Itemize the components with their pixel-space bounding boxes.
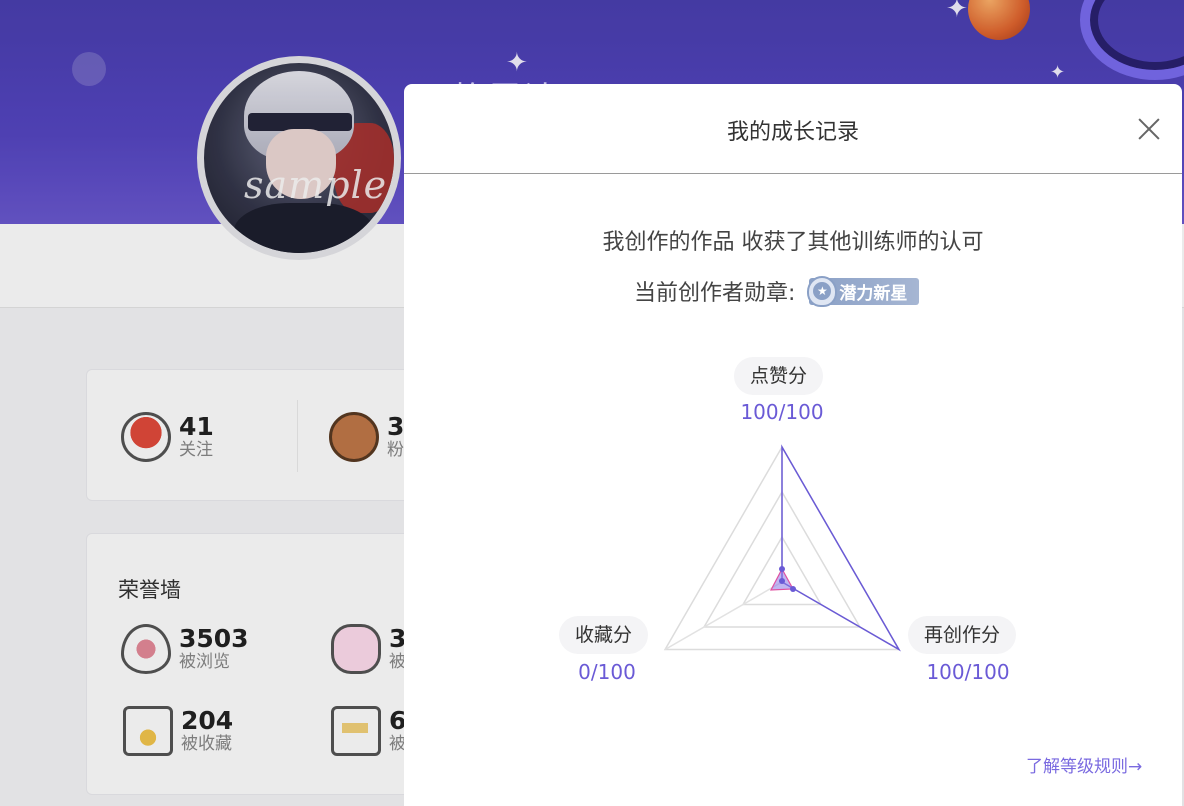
radar-point: [779, 578, 785, 584]
radar-grid-level: [741, 535, 823, 606]
creator-badge[interactable]: ★ 潜力新星: [807, 275, 920, 307]
metric-label-remix: 再创作分: [908, 616, 1017, 654]
creator-badge-row: 当前创作者勋章: ★ 潜力新星: [634, 275, 920, 307]
modal-subtitle: 我创作的作品 收获了其他训练师的认可: [602, 230, 984, 255]
metric-value-remix: 100/100: [926, 660, 1010, 684]
metric-value-likes: 100/100: [740, 400, 824, 424]
metric-label-likes: 点赞分: [734, 357, 824, 395]
radar-score-outline: [781, 444, 901, 652]
metric-label-favorites: 收藏分: [559, 616, 649, 654]
badge-text: 潜力新星: [839, 283, 908, 304]
modal-title: 我的成长记录: [726, 120, 859, 145]
radar-inner-shape: [769, 567, 794, 591]
close-icon[interactable]: [1134, 114, 1164, 144]
radar-grid-level: [663, 445, 901, 651]
radar-grid-level: [702, 490, 862, 628]
growth-record-modal: 我的成长记录 我创作的作品 收获了其他训练师的认可 当前创作者勋章: ★ 潜力新…: [404, 84, 1182, 806]
badge-star-icon: ★: [807, 275, 838, 307]
radar-chart: [663, 444, 901, 652]
badge-label: 当前创作者勋章:: [634, 281, 796, 306]
radar-point: [779, 566, 785, 572]
radar-axis: [664, 581, 783, 651]
metric-value-favorites: 0/100: [578, 660, 636, 684]
radar-point: [790, 586, 796, 592]
level-rules-link[interactable]: 了解等级规则→: [1026, 752, 1142, 777]
modal-header: 我的成长记录: [404, 84, 1182, 174]
radar-axis: [781, 581, 900, 651]
